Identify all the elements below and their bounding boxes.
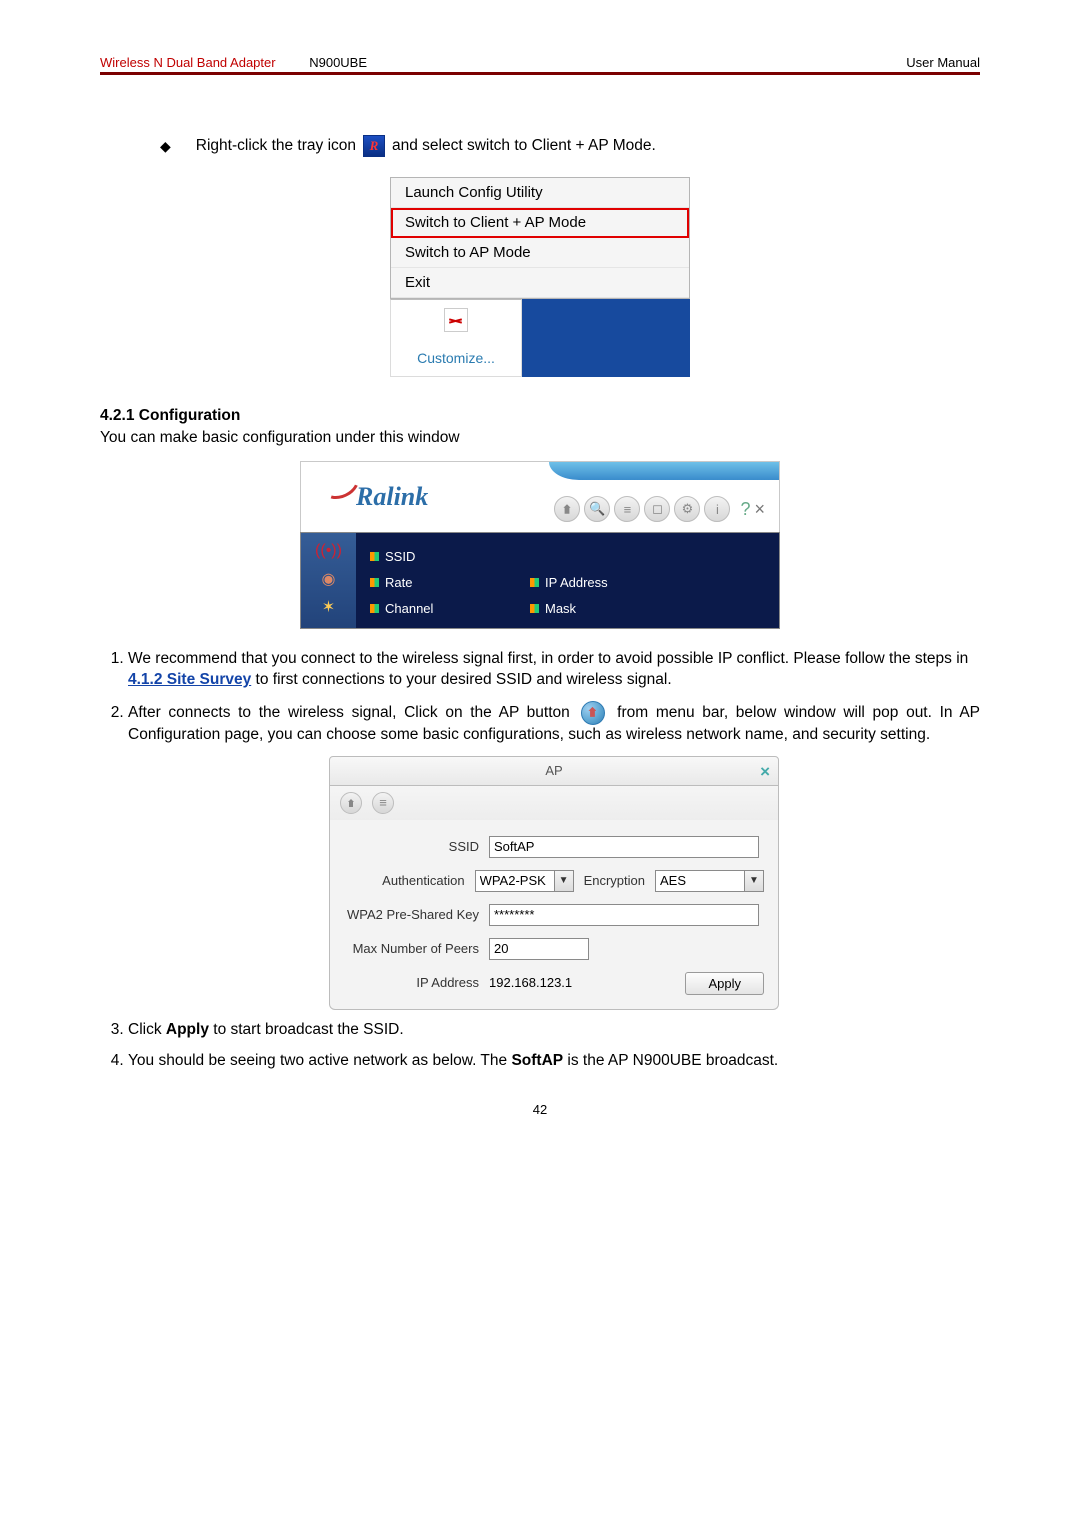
auth-value[interactable] (475, 870, 555, 892)
field-mask: Mask (530, 601, 765, 616)
field-channel: Channel (370, 601, 530, 616)
tray-icon: R (363, 135, 385, 157)
label-maxpeers: Max Number of Peers (344, 940, 479, 958)
field-ssid: SSID (370, 549, 530, 564)
ralink-logo: Ralink (356, 482, 428, 512)
maxpeers-input[interactable] (489, 938, 589, 960)
auth-select[interactable]: ▼ (475, 870, 574, 892)
chip-icon (530, 578, 539, 587)
ap-window-title: AP (545, 762, 562, 780)
enc-value[interactable] (655, 870, 745, 892)
step-4: You should be seeing two active network … (128, 1051, 980, 1072)
model-name: N900UBE (309, 55, 367, 70)
step-2: After connects to the wireless signal, C… (128, 701, 980, 1010)
menu-item-ap[interactable]: Switch to AP Mode (391, 238, 689, 268)
step-3: Click Apply to start broadcast the SSID. (128, 1020, 980, 1041)
toolbar-ap-icon[interactable] (554, 496, 580, 522)
psk-input[interactable] (489, 904, 759, 926)
tray-popup: Customize... (390, 299, 522, 377)
label-ip: IP Address (344, 974, 479, 992)
ap-config-window: AP × ≡ SSID Authentication (329, 756, 779, 1010)
field-rate: Rate (370, 575, 530, 590)
chip-icon (370, 578, 379, 587)
tray-background (522, 299, 690, 377)
toolbar-advanced-icon[interactable]: ⚙ (674, 496, 700, 522)
site-survey-link[interactable]: 4.1.2 Site Survey (128, 671, 251, 688)
chevron-down-icon[interactable]: ▼ (745, 870, 764, 892)
label-auth: Authentication (344, 872, 465, 890)
customize-link[interactable]: Customize... (417, 350, 495, 366)
label-ssid: SSID (344, 838, 479, 856)
step-1: We recommend that you connect to the wir… (128, 649, 980, 691)
enc-select[interactable]: ▼ (655, 870, 764, 892)
menu-item-exit[interactable]: Exit (391, 268, 689, 298)
ap-button-icon (581, 701, 605, 725)
intro-text-b: and select switch to Client + AP Mode. (392, 137, 656, 155)
label-psk: WPA2 Pre-Shared Key (344, 906, 479, 924)
ip-value: 192.168.123.1 (489, 974, 619, 992)
label-enc: Encryption (584, 872, 645, 890)
toolbar-list-icon[interactable]: ≡ (614, 496, 640, 522)
ralink-panel-screenshot: Ralink 🔍 ≡ ◻ ⚙ i ? × ((•)) ◉ ✶ (300, 461, 780, 629)
chip-icon (530, 604, 539, 613)
toolbar-info-icon[interactable]: i (704, 496, 730, 522)
menu-item-client-ap[interactable]: Switch to Client + AP Mode (391, 208, 689, 238)
hidden-tray-icon[interactable] (444, 308, 468, 332)
intro-bullet: ◆ Right-click the tray icon R and select… (160, 135, 980, 157)
help-icon[interactable]: ? (740, 499, 750, 520)
sidebar-stats-icon[interactable]: ✶ (313, 595, 345, 619)
close-icon[interactable]: × (760, 761, 770, 784)
window-tab-curve (549, 462, 779, 480)
intro-text-a: Right-click the tray icon (196, 137, 356, 155)
document-header: Wireless N Dual Band Adapter N900UBE Use… (100, 55, 980, 75)
doc-type: User Manual (906, 55, 980, 70)
field-ip: IP Address (530, 575, 765, 590)
chip-icon (370, 552, 379, 561)
ssid-input[interactable] (489, 836, 759, 858)
section-intro: You can make basic configuration under t… (100, 429, 980, 447)
diamond-bullet-icon: ◆ (160, 138, 171, 155)
toolbar-link-icon[interactable]: ◻ (644, 496, 670, 522)
apply-button[interactable]: Apply (685, 972, 764, 995)
softap-word: SoftAP (511, 1052, 563, 1069)
sidebar-network-icon[interactable]: ◉ (313, 567, 345, 591)
toolbar-search-icon[interactable]: 🔍 (584, 496, 610, 522)
close-icon[interactable]: × (754, 499, 765, 520)
product-name: Wireless N Dual Band Adapter (100, 55, 276, 70)
page-number: 42 (100, 1102, 980, 1117)
menu-item-launch[interactable]: Launch Config Utility (391, 178, 689, 208)
section-heading: 4.2.1 Configuration (100, 407, 980, 425)
chevron-down-icon[interactable]: ▼ (555, 870, 574, 892)
apply-word: Apply (166, 1021, 209, 1038)
ap-tab-config-icon[interactable] (340, 792, 362, 814)
sidebar-signal-icon[interactable]: ((•)) (313, 539, 345, 563)
context-menu-screenshot: Launch Config Utility Switch to Client +… (390, 177, 690, 377)
chip-icon (370, 604, 379, 613)
ap-tab-list-icon[interactable]: ≡ (372, 792, 394, 814)
